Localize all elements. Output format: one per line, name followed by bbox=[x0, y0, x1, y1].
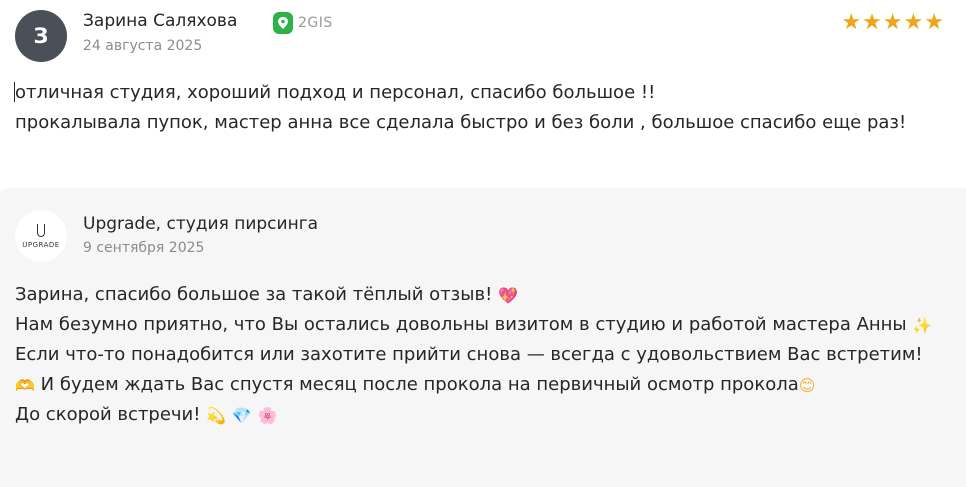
reviewer-avatar[interactable]: З bbox=[15, 10, 67, 62]
studio-logo[interactable]: UPGRADE bbox=[15, 210, 67, 262]
source-label: 2GIS bbox=[298, 15, 333, 31]
reply-text: Зарина, спасибо большое за такой тёплый … bbox=[15, 280, 945, 430]
upgrade-logo-icon bbox=[37, 223, 45, 237]
review-card: З Зарина Саляхова 2GIS 24 августа 2025 ★… bbox=[0, 0, 966, 188]
owner-reply: UPGRADE Upgrade, студия пирсинга 9 сентя… bbox=[0, 188, 966, 487]
review-source: 2GIS bbox=[273, 11, 333, 35]
reply-line-text: Зарина, спасибо большое за такой тёплый … bbox=[15, 284, 493, 305]
reply-line-text: Нам безумно приятно, что Вы остались дов… bbox=[15, 314, 907, 335]
reply-date: 9 сентября 2025 bbox=[83, 240, 205, 256]
logo-text: UPGRADE bbox=[22, 240, 60, 249]
reply-line: Если что-то понадобится или захотите при… bbox=[15, 340, 945, 400]
dizzy-star-icon: 💫 bbox=[206, 406, 227, 425]
rating-stars: ★ ★ ★ ★ ★ bbox=[841, 11, 944, 35]
smiling-face-icon: 😊 bbox=[798, 376, 816, 395]
reply-line-text: До скорой встречи! bbox=[15, 404, 201, 425]
star-icon: ★ bbox=[882, 10, 903, 35]
sparkling-heart-icon: 💖 bbox=[498, 286, 518, 305]
reviewer-name[interactable]: Зарина Саляхова bbox=[83, 11, 237, 31]
review-date: 24 августа 2025 bbox=[83, 38, 203, 54]
review-text-line: отличная студия, хороший подход и персон… bbox=[15, 82, 656, 103]
cherry-blossom-icon: 🌸 bbox=[257, 406, 278, 425]
star-icon: ★ bbox=[903, 10, 924, 35]
star-icon: ★ bbox=[924, 10, 944, 35]
sparkles-icon: ✨ bbox=[912, 316, 933, 335]
heart-hands-icon: 🫶 bbox=[15, 376, 35, 395]
reply-line-text: И будем ждать Вас спустя месяц после про… bbox=[40, 374, 799, 395]
2gis-pin-icon bbox=[273, 12, 293, 34]
reply-line: Зарина, спасибо большое за такой тёплый … bbox=[15, 280, 945, 310]
star-icon: ★ bbox=[862, 10, 882, 35]
star-icon: ★ bbox=[841, 10, 862, 35]
review-text: отличная студия, хороший подход и персон… bbox=[15, 78, 945, 138]
review-text-line: прокалывала пупок, мастер анна все сдела… bbox=[15, 112, 907, 133]
reply-line: Нам безумно приятно, что Вы остались дов… bbox=[15, 310, 945, 340]
gem-icon: 💎 bbox=[231, 406, 252, 425]
reply-author[interactable]: Upgrade, студия пирсинга bbox=[83, 214, 318, 234]
reply-line: До скорой встречи! 💫 💎 🌸 bbox=[15, 400, 945, 430]
reply-line-text: Если что-то понадобится или захотите при… bbox=[15, 344, 923, 365]
